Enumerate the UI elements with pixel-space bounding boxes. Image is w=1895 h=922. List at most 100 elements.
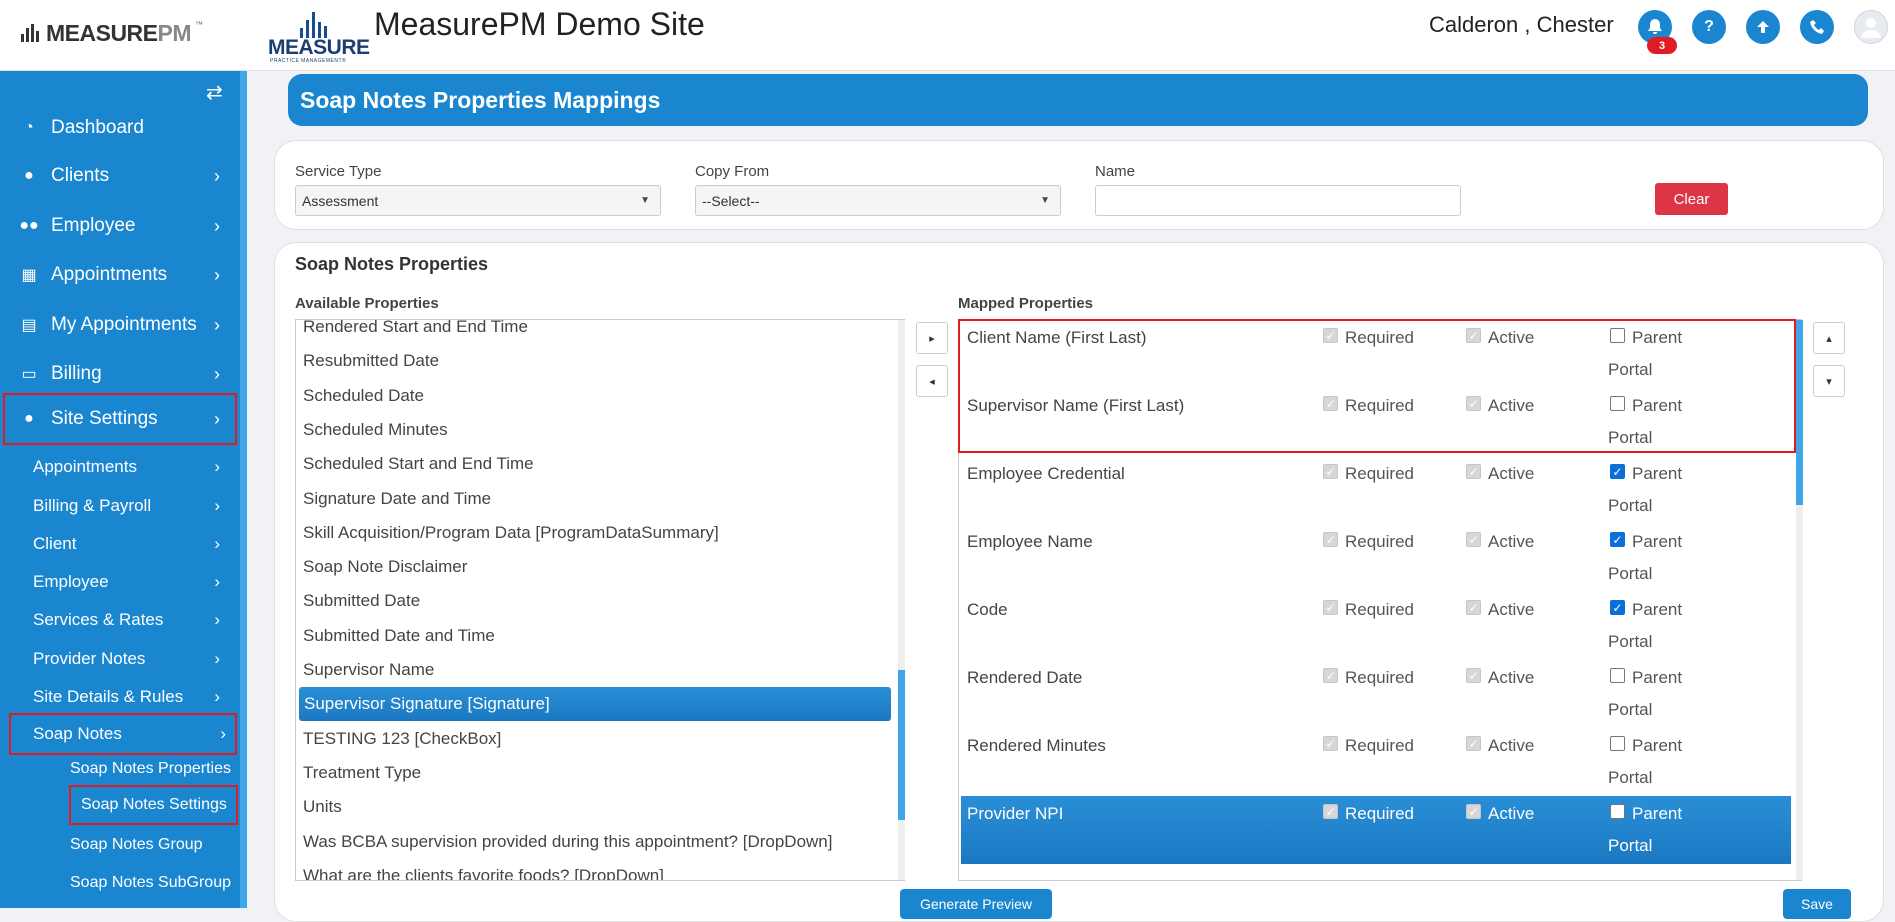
available-properties-list[interactable]: Rendered Start and End Time Resubmitted D… [295,319,905,881]
avatar-icon[interactable] [1854,10,1888,44]
move-left-button[interactable]: ◂ [916,365,948,397]
active-checkbox: ✓ [1466,396,1481,411]
phone-icon[interactable] [1800,10,1834,44]
list-item[interactable]: Treatment Type [303,756,421,790]
table-row[interactable]: Rendered Date ✓ Required ✓ Active Parent Porta… [961,660,1791,728]
sidebar-item-my-appointments[interactable]: ▤ My Appointments › [0,302,240,348]
parent-portal-label: Portal [1608,428,1653,447]
available-list-scrollbar[interactable] [898,320,905,880]
money-icon: ▭ [21,366,37,383]
name-input[interactable] [1095,185,1461,216]
list-item[interactable]: Submitted Date and Time [303,619,495,653]
table-row[interactable]: Supervisor Name (First Last) ✓ Required ✓ Ac… [961,388,1791,456]
sidebar-soap-notes-group[interactable]: Soap Notes Group [70,828,203,862]
brand-text: MEASUREPM [46,20,192,46]
sidebar-item-billing[interactable]: ▭ Billing › [0,351,240,397]
sidebar-sub-provider-notes[interactable]: Provider Notes › [0,642,240,676]
sidebar-sub-site-details-rules[interactable]: Site Details & Rules › [0,680,240,714]
sidebar-soap-notes-settings[interactable]: Soap Notes Settings [69,785,238,825]
sidebar-item-site-settings[interactable]: ● Site Settings › [3,393,237,445]
property-name: Rendered Date [967,668,1083,687]
list-item[interactable]: Supervisor Signature [Signature] [299,687,891,722]
mapped-properties-list[interactable]: Client Name (First Last) ✓ Required ✓ Active… [958,319,1802,881]
parent-portal-checkbox[interactable]: ✓ [1610,464,1625,479]
sidebar-item-appointments[interactable]: ▦ Appointments › [0,252,240,298]
save-button[interactable]: Save [1783,889,1851,919]
parent-portal-checkbox[interactable]: ✓ [1610,600,1625,615]
site-logo: MEASURE PRACTICE MANAGEMENT® [268,12,370,64]
table-row[interactable]: Employee Credential ✓ Required ✓ Active ✓ Pare… [961,456,1791,524]
sidebar-item-dashboard[interactable]: ◔ Dashboard [0,105,240,151]
table-row[interactable]: Client Name (First Last) ✓ Required ✓ Active… [961,320,1791,388]
copy-from-select[interactable]: --Select-- ▼ [695,185,1061,216]
site-title: MeasurePM Demo Site [374,6,705,42]
parent-portal-checkbox[interactable] [1610,328,1625,343]
help-icon[interactable]: ? [1692,10,1726,44]
move-down-button[interactable]: ▾ [1813,365,1845,397]
parent-portal-label: Portal [1608,632,1653,651]
list-item[interactable]: Signature Date and Time [303,482,491,516]
bell-icon[interactable]: 3 [1638,10,1677,54]
parent-portal-label: Parent [1632,328,1683,347]
move-right-button[interactable]: ▸ [916,322,948,354]
sidebar-sub-soap-notes[interactable]: Soap Notes › [9,713,237,755]
copy-from-value: --Select-- [702,192,760,209]
list-item[interactable]: Was BCBA supervision provided during thi… [303,825,832,859]
list-item[interactable]: Rendered Start and End Time [303,320,528,344]
parent-portal-checkbox[interactable] [1610,804,1625,819]
service-type-select[interactable]: Assessment ▼ [295,185,661,216]
user-name[interactable]: Calderon , Chester [1429,12,1614,38]
sidebar-item-label: Billing [51,363,102,384]
parent-portal-label: Portal [1608,836,1653,855]
top-header: MEASUREPM ™ MEASURE PRACTICE MANAGEMENT®… [0,0,1895,71]
generate-preview-button[interactable]: Generate Preview [900,889,1052,919]
mapped-list-scrollbar[interactable] [1796,320,1803,880]
scrollbar-thumb[interactable] [898,670,905,820]
property-name: Client Name (First Last) [967,328,1147,347]
parent-portal-checkbox[interactable]: ✓ [1610,532,1625,547]
required-checkbox: ✓ [1323,600,1338,615]
active-label: Active [1488,396,1535,415]
sidebar-item-employee[interactable]: ●● Employee › [0,203,240,249]
table-row[interactable]: Provider NPI ✓ Required ✓ Active Parent Portal [961,796,1791,864]
clear-button[interactable]: Clear [1655,183,1728,215]
list-item[interactable]: Scheduled Start and End Time [303,447,534,481]
property-name: Employee Credential [967,464,1125,483]
scrollbar-thumb[interactable] [1796,320,1803,505]
sidebar-item-clients[interactable]: ● Clients › [0,153,240,199]
sidebar-scrollbar[interactable] [240,71,247,908]
table-row[interactable]: Code ✓ Required ✓ Active ✓ Parent Portal [961,592,1791,660]
sidebar-sub-employee[interactable]: Employee › [0,565,240,599]
list-item[interactable]: Resubmitted Date [303,344,439,378]
upload-icon[interactable] [1746,10,1780,44]
chevron-right-icon: › [214,314,220,335]
list-item[interactable]: Scheduled Minutes [303,413,448,447]
parent-portal-checkbox[interactable] [1610,668,1625,683]
list-item[interactable]: Submitted Date [303,584,420,618]
list-item[interactable]: Soap Note Disclaimer [303,550,467,584]
active-checkbox: ✓ [1466,464,1481,479]
list-item[interactable]: TESTING 123 [CheckBox] [303,722,501,756]
parent-portal-checkbox[interactable] [1610,396,1625,411]
sidebar-soap-notes-properties[interactable]: Soap Notes Properties [70,752,231,786]
sidebar-sub-appointments[interactable]: Appointments › [0,450,240,484]
sidebar-soap-notes-subgroup[interactable]: Soap Notes SubGroup [70,866,231,900]
list-item[interactable]: Skill Acquisition/Program Data [ProgramD… [303,516,719,550]
table-row[interactable]: Rendered Minutes ✓ Required ✓ Active Parent Po… [961,728,1791,796]
move-up-button[interactable]: ▴ [1813,322,1845,354]
table-row[interactable]: Employee Name ✓ Required ✓ Active ✓ Parent Port… [961,524,1791,592]
list-item[interactable]: Units [303,790,342,824]
sidebar-sub-client[interactable]: Client › [0,527,240,561]
list-item[interactable]: Supervisor Name [303,653,434,687]
list-item[interactable]: Scheduled Date [303,379,424,413]
chevron-right-icon: › [214,363,220,384]
parent-portal-label: Parent [1632,736,1683,755]
chevron-right-icon: › [214,457,220,476]
collapse-sidebar-icon[interactable]: ⇄ [206,80,223,105]
sidebar-sub-billing-payroll[interactable]: Billing & Payroll › [0,489,240,523]
parent-portal-checkbox[interactable] [1610,736,1625,751]
sidebar-sub-services-rates[interactable]: Services & Rates › [0,603,240,637]
brand-logo[interactable]: MEASUREPM ™ [20,20,203,47]
name-label: Name [1095,163,1136,180]
list-item[interactable]: What are the clients favorite foods? [Dr… [303,859,664,880]
